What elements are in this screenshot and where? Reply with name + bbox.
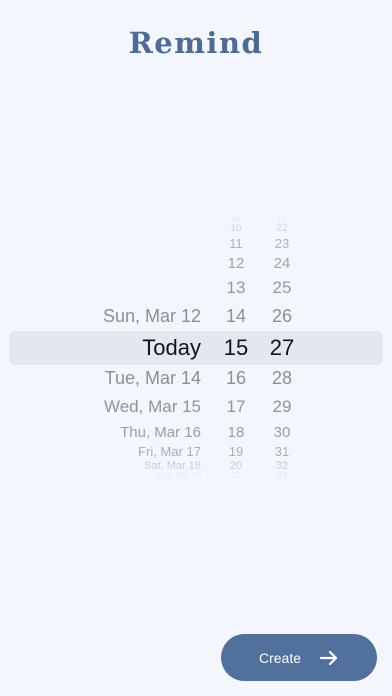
picker-day: Sun, Mar 19	[157, 471, 201, 480]
picker-hour: 13	[226, 277, 246, 297]
picker-row[interactable]: Wed, Mar 15 17 29	[0, 396, 392, 419]
picker-row[interactable]: Sun, Mar 12 14 26	[0, 305, 392, 329]
picker-minute: 33	[277, 471, 287, 480]
picker-day: Today	[142, 335, 201, 360]
picker-row[interactable]: Sun, Mar 19 21 33	[0, 470, 392, 484]
arrow-right-icon	[319, 650, 339, 666]
picker-hour: 15	[223, 335, 249, 360]
picker-hour: 19	[228, 443, 244, 459]
create-button[interactable]: Create	[221, 634, 377, 681]
picker-hour: 16	[225, 368, 247, 388]
picker-minute: 30	[273, 423, 291, 441]
picker-day: Tue, Mar 14	[104, 368, 201, 388]
date-time-picker[interactable]: 09 21 10 22 11 23 12 24 13 25 Sun, Mar 12 14 26 Today…	[0, 0, 392, 696]
picker-day: Fri, Mar 17	[138, 443, 201, 459]
picker-row[interactable]: 12 24	[0, 254, 392, 275]
picker-minute: 31	[274, 443, 290, 459]
picker-hour: 17	[226, 396, 246, 416]
picker-minute: 28	[271, 368, 293, 388]
picker-minute: 25	[272, 277, 292, 297]
picker-day: Thu, Mar 16	[120, 423, 201, 441]
picker-hour: 14	[225, 306, 247, 326]
create-button-label: Create	[258, 649, 302, 666]
picker-hour: 11	[229, 235, 243, 251]
picker-row[interactable]: 11 23	[0, 235, 392, 254]
picker-row-selected[interactable]: Today 15 27	[0, 335, 392, 363]
picker-day: Wed, Mar 15	[103, 396, 201, 416]
picker-minute: 24	[273, 254, 291, 272]
picker-minute: 27	[269, 335, 295, 360]
picker-minute: 29	[272, 396, 292, 416]
picker-hour: 12	[227, 254, 245, 272]
picker-day: Sun, Mar 12	[102, 306, 201, 326]
picker-hour: 18	[227, 423, 245, 441]
picker-row[interactable]: Tue, Mar 14 16 28	[0, 367, 392, 391]
picker-hour: 21	[231, 471, 241, 480]
picker-minute: 26	[271, 306, 293, 326]
picker-row[interactable]: Thu, Mar 16 18 30	[0, 423, 392, 444]
picker-minute: 23	[274, 235, 290, 251]
picker-row[interactable]: 13 25	[0, 277, 392, 300]
